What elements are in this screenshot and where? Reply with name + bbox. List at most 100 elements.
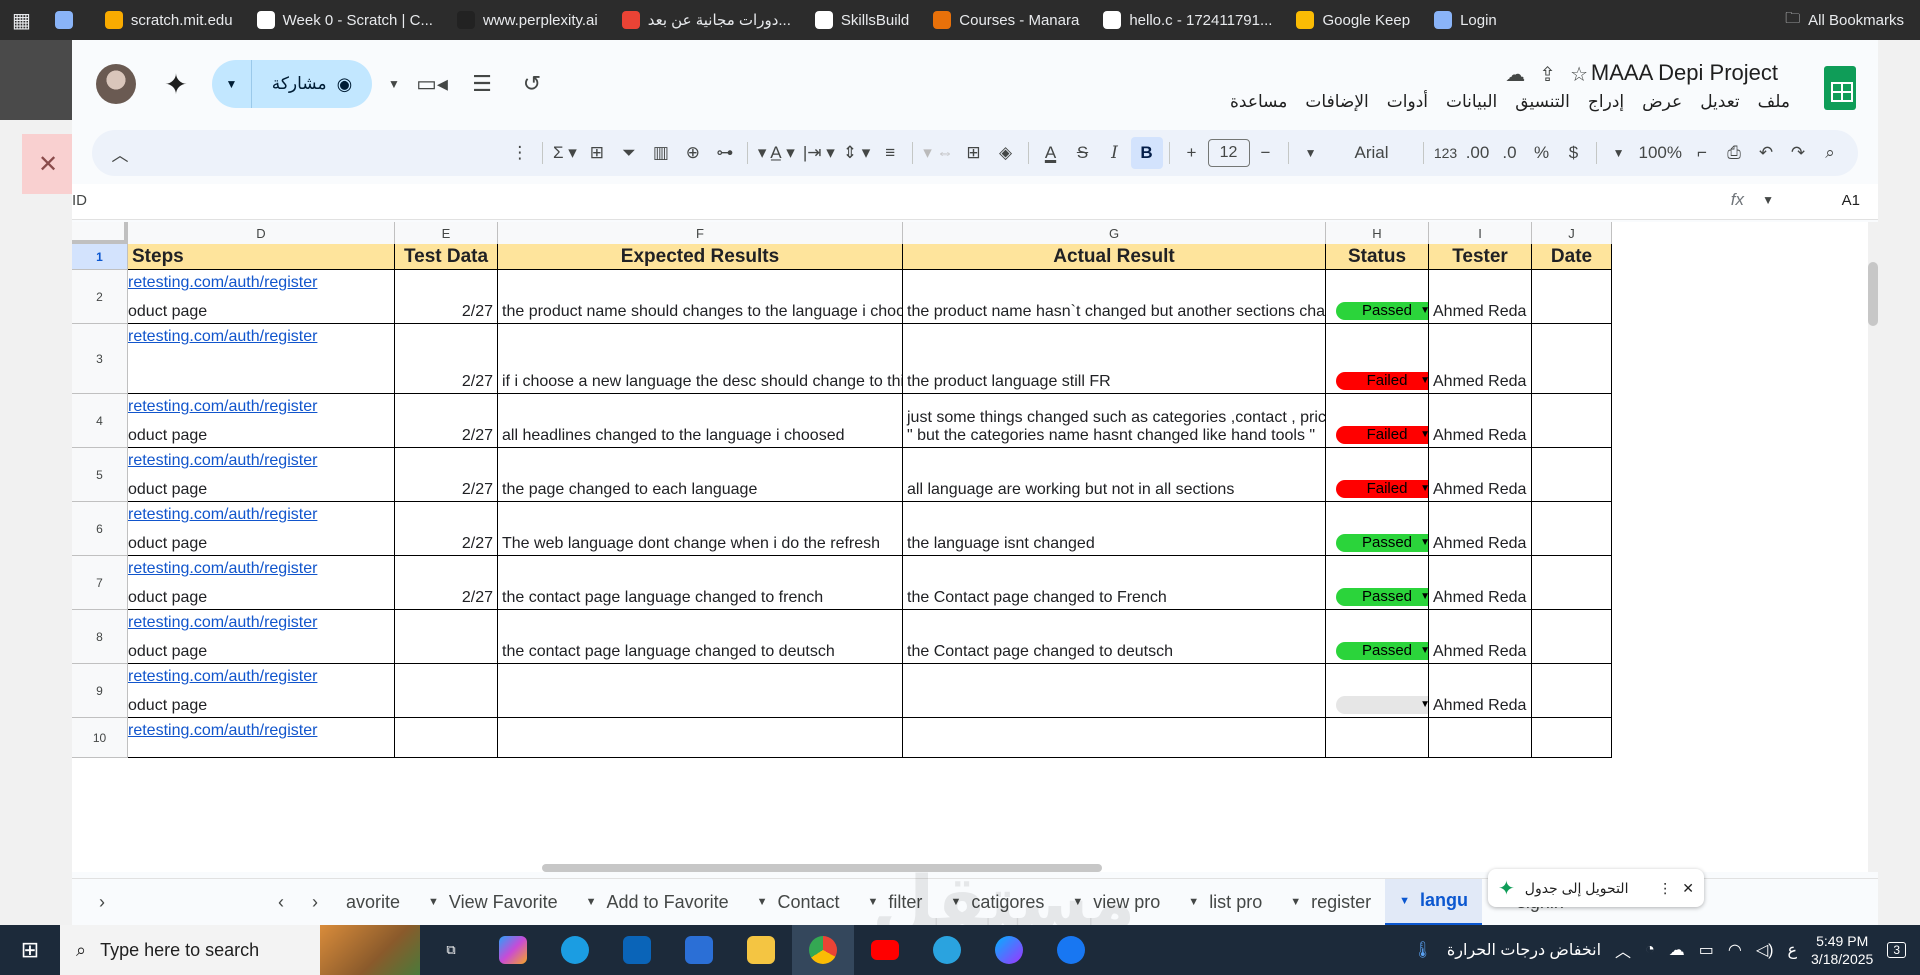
font-size-input[interactable]: 12 [1207,139,1250,167]
messenger-icon[interactable] [978,925,1040,975]
table-cell[interactable]: 2/27 [395,324,498,394]
bookmark-item[interactable]: SkillsBuild [803,0,921,40]
table-cell[interactable] [395,664,498,718]
chevron-down-icon[interactable]: ▼ [1399,895,1410,907]
undo-icon[interactable]: ↶ [1750,137,1782,169]
chevron-down-icon[interactable]: ▼ [1188,896,1199,908]
input-language[interactable]: ع [1787,940,1797,960]
menu-item[interactable]: الإضافات [1305,92,1368,112]
column-header-i[interactable]: I [1429,222,1532,244]
table-cell[interactable]: the Contact page changed to French [903,556,1326,610]
table-cell[interactable] [498,718,903,758]
register-link[interactable]: retesting.com/auth/register [128,560,317,578]
avatar[interactable] [96,64,136,104]
table-cell[interactable]: retesting.com/auth/register oduct page [128,394,395,448]
table-cell[interactable]: the page changed to each language [498,448,903,502]
clock[interactable]: 5:49 PM 3/18/2025 [1811,932,1873,968]
menu-item[interactable]: ملف [1758,92,1790,112]
paint-format-icon[interactable]: ⌐ [1686,137,1718,169]
table-cell[interactable] [1532,502,1612,556]
register-link[interactable]: retesting.com/auth/register [128,614,317,632]
table-cell[interactable] [395,718,498,758]
print-icon[interactable]: ⎙ [1718,137,1750,169]
close-icon[interactable]: ✕ [22,134,74,194]
vertical-scrollbar-thumb[interactable] [1868,262,1878,326]
header-cell[interactable]: Actual Result [903,244,1326,270]
chevron-down-icon[interactable]: ▼ [1295,137,1327,169]
weather-text[interactable]: انخفاض درجات الحرارة [1447,940,1601,960]
table-cell[interactable] [1532,610,1612,664]
decrease-decimal-icon[interactable]: .0 [1494,137,1526,169]
battery-icon[interactable]: ▭ [1699,940,1714,960]
more-options-icon[interactable]: ⋮ [504,137,536,169]
table-cell[interactable]: Passed ▼ [1326,556,1429,610]
table-cell[interactable]: if i choose a new language the desc shou… [498,324,903,394]
chevron-right-icon[interactable]: › [72,879,132,926]
table-cell[interactable]: Passed ▼ [1326,270,1429,324]
percent-button[interactable]: % [1526,137,1558,169]
status-dropdown[interactable]: Failed ▼ [1336,426,1428,444]
chart-icon[interactable]: ▥ [645,137,677,169]
table-cell[interactable]: retesting.com/auth/register [128,324,395,394]
all-bookmarks[interactable]: 🗀 All Bookmarks [1785,0,1904,40]
table-cell[interactable]: ▼ [1326,664,1429,718]
sheet-tab[interactable]: ▼ Contact [743,879,854,926]
increase-decimal-icon[interactable]: .00 [1462,137,1494,169]
currency-button[interactable]: $ [1558,137,1590,169]
taskbar-search[interactable]: ⌕ Type here to search [60,925,420,975]
table-cell[interactable]: the language isnt changed [903,502,1326,556]
link-icon[interactable]: ⊶ [709,137,741,169]
apps-grid-icon[interactable]: ▦ [0,0,43,40]
chevron-down-icon[interactable]: ▼ [1762,193,1774,207]
filter-icon[interactable]: ⏷ [613,137,645,169]
table-cell[interactable]: retesting.com/auth/register [128,718,395,758]
table-cell[interactable]: the contact page language changed to fre… [498,556,903,610]
text-wrap-icon[interactable]: |⇥ ▾ [799,137,839,169]
scroll-right-icon[interactable]: › [298,879,332,926]
table-cell[interactable]: retesting.com/auth/register oduct page [128,502,395,556]
row-header[interactable]: 1 [72,244,128,270]
youtube-icon[interactable] [854,925,916,975]
menu-item[interactable]: البيانات [1446,92,1497,112]
status-dropdown[interactable]: Passed ▼ [1336,302,1428,320]
menu-item[interactable]: إدراج [1588,92,1624,112]
merge-cells-icon[interactable]: ▾ ⇔ [919,137,957,169]
menu-item[interactable]: أدوات [1387,92,1428,112]
text-rotation-icon[interactable]: ▾ A̲ ▾ [754,137,799,169]
table-cell[interactable]: the product name hasn`t changed but anot… [903,270,1326,324]
bookmark-item[interactable]: hello.c - 172411791... [1091,0,1284,40]
text-color-icon[interactable]: A [1035,137,1067,169]
table-cell[interactable] [1532,718,1612,758]
convert-to-table-chip[interactable]: ✦ التحويل إلى جدول ⋮ ✕ [1488,869,1704,907]
gemini-sparkle-icon[interactable]: ✦ [158,66,194,102]
column-header-g[interactable]: G [903,222,1326,244]
table-cell[interactable]: Failed ▼ [1326,394,1429,448]
status-dropdown[interactable]: Passed ▼ [1336,534,1428,552]
header-cell[interactable]: Expected Results [498,244,903,270]
redo-icon[interactable]: ↷ [1782,137,1814,169]
header-cell[interactable]: Date [1532,244,1612,270]
row-header[interactable]: 6 [72,502,128,556]
table-cell[interactable] [1532,664,1612,718]
sheet-tab[interactable]: ▼ register [1276,879,1385,926]
table-cell[interactable]: Failed ▼ [1326,448,1429,502]
outlook-icon[interactable] [606,925,668,975]
more-formats-button[interactable]: 123 [1430,137,1462,169]
share-button[interactable]: ▼ مشاركة ◉ [212,60,372,108]
column-header-e[interactable]: E [395,222,498,244]
table-cell[interactable] [1532,324,1612,394]
table-cell[interactable] [1532,394,1612,448]
register-link[interactable]: retesting.com/auth/register [128,328,317,346]
header-cell[interactable]: Steps [128,244,395,270]
table-cell[interactable]: Ahmed Reda [1429,324,1532,394]
table-cell[interactable]: 2/27 [395,270,498,324]
menu-item[interactable]: عرض [1642,92,1682,112]
functions-icon[interactable]: Σ ▾ [549,137,581,169]
more-vert-icon[interactable]: ⋮ [1658,880,1672,897]
row-header[interactable]: 3 [72,324,128,394]
horizontal-align-icon[interactable]: ≡ [874,137,906,169]
table-cell[interactable]: 2/27 [395,448,498,502]
network-icon[interactable]: ◠ [1728,940,1742,960]
header-cell[interactable]: Tester [1429,244,1532,270]
bookmark-item[interactable]: Courses - Manara [921,0,1091,40]
